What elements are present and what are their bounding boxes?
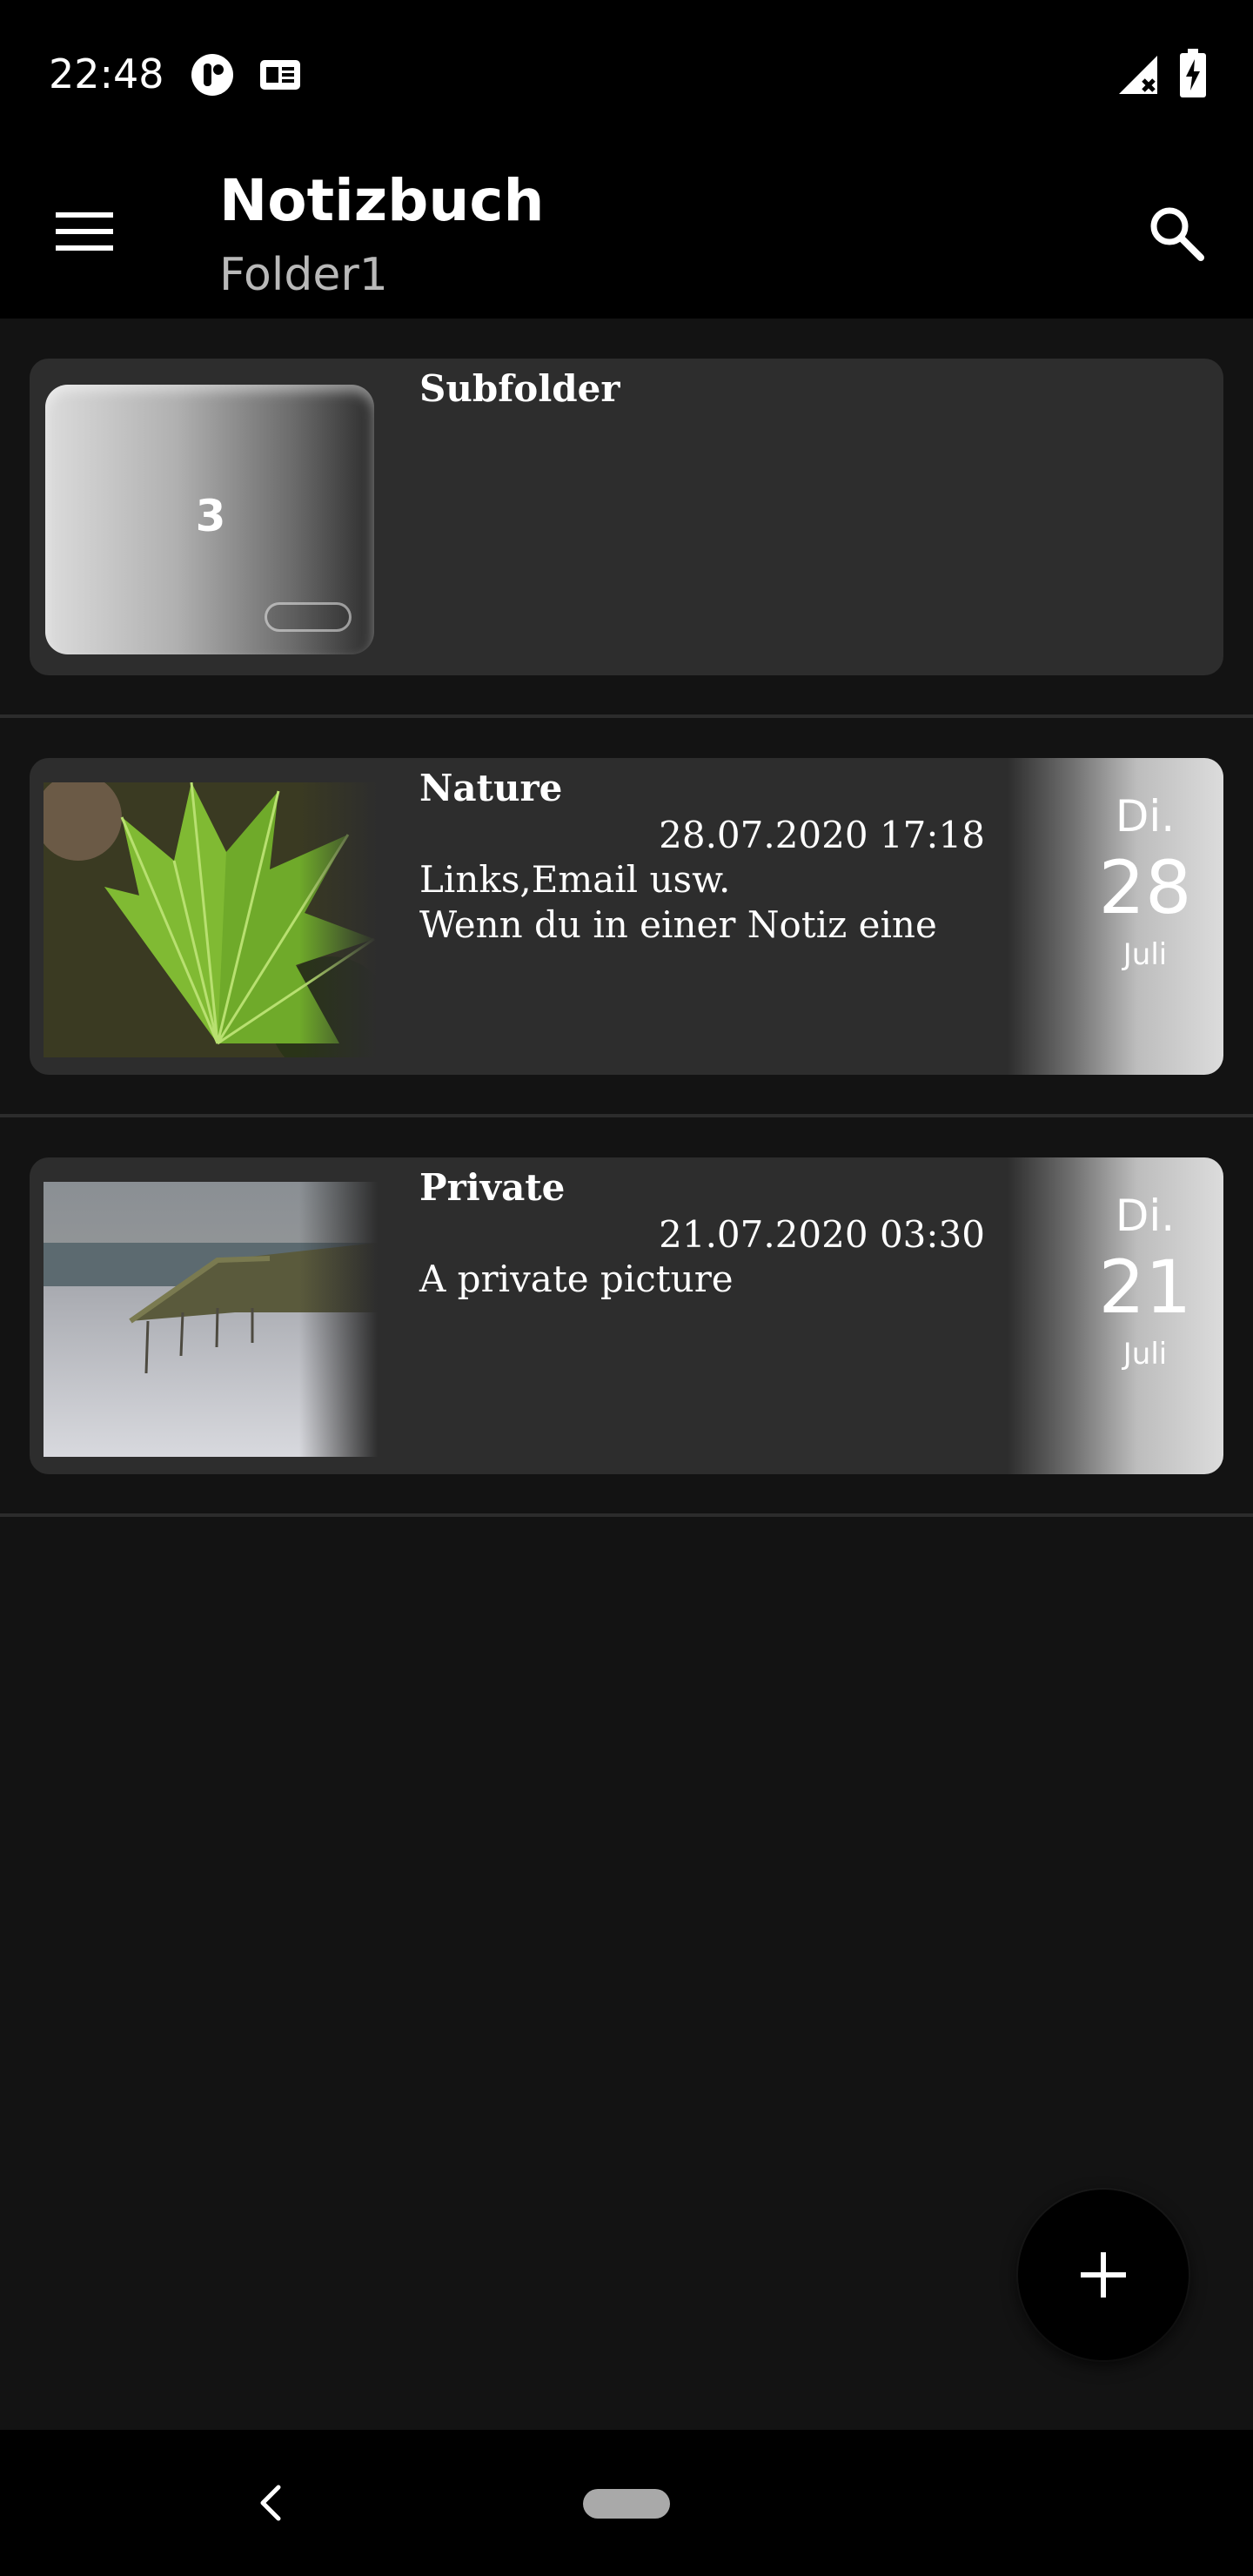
- card-title: Nature: [419, 767, 563, 809]
- card-datetime: 21.07.2020 03:30: [659, 1213, 985, 1256]
- news-icon: [260, 60, 300, 90]
- card-text: Links,Email usw. Wenn du in einer Notiz …: [419, 858, 937, 946]
- date-badge: Di. 21 Juli: [1008, 1157, 1223, 1474]
- badge-month: Juli: [1122, 937, 1168, 972]
- note-card[interactable]: Nature 28.07.2020 17:18 Links,Email usw.…: [30, 758, 1223, 1075]
- plus-icon: [1081, 2252, 1126, 2298]
- card-title: Subfolder: [419, 367, 620, 410]
- menu-icon[interactable]: [50, 205, 120, 258]
- back-icon[interactable]: [252, 2480, 287, 2526]
- folder-card[interactable]: 3 Subfolder: [30, 359, 1223, 675]
- folder-subtitle: Folder1: [219, 249, 388, 301]
- divider: [0, 1513, 1253, 1517]
- list-item-nature[interactable]: Nature 28.07.2020 17:18 Links,Email usw.…: [0, 718, 1253, 1117]
- date-badge: Di. 28 Juli: [1008, 758, 1223, 1075]
- notification-app-icon: [191, 54, 233, 96]
- status-time: 22:48: [49, 50, 164, 97]
- card-datetime: 28.07.2020 17:18: [659, 814, 985, 856]
- badge-weekday: Di.: [1115, 791, 1176, 842]
- search-icon[interactable]: [1145, 202, 1208, 265]
- home-pill[interactable]: [583, 2489, 670, 2519]
- card-text: A private picture: [419, 1258, 734, 1300]
- signal-icon: [1119, 56, 1157, 94]
- badge-day-number: 21: [1098, 1244, 1192, 1330]
- status-bar: 22:48: [0, 0, 1253, 148]
- leaf-image: [44, 782, 378, 1057]
- list-item-subfolder[interactable]: 3 Subfolder: [0, 319, 1253, 718]
- app-bar: Notizbuch Folder1: [0, 148, 1253, 319]
- list-item-private[interactable]: Private 21.07.2020 03:30 A private pictu…: [0, 1117, 1253, 1517]
- battery-charging-icon: [1180, 49, 1206, 97]
- add-note-button[interactable]: [1018, 2190, 1189, 2360]
- note-card[interactable]: Private 21.07.2020 03:30 A private pictu…: [30, 1157, 1223, 1474]
- folder-icon: 3: [45, 385, 374, 654]
- folder-slot: [265, 602, 352, 632]
- badge-day-number: 28: [1098, 845, 1192, 930]
- badge-month: Juli: [1122, 1337, 1168, 1372]
- system-nav-bar: [0, 2430, 1253, 2576]
- app-title: Notizbuch: [219, 167, 545, 234]
- beach-image: [44, 1182, 378, 1457]
- badge-weekday: Di.: [1115, 1191, 1176, 1241]
- folder-count: 3: [195, 491, 226, 541]
- card-title: Private: [419, 1166, 566, 1209]
